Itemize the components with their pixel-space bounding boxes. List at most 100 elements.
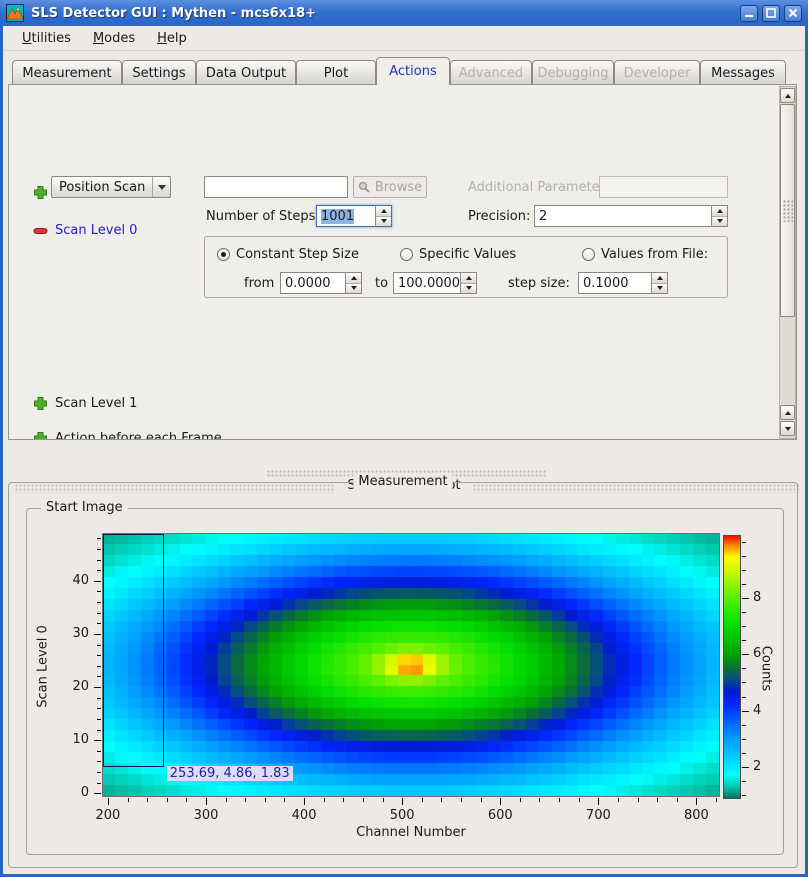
radio-constant-step-size[interactable] [217, 248, 230, 261]
from-spinner[interactable]: 0.0000 [280, 272, 362, 294]
radio-label[interactable]: Constant Step Size [236, 247, 359, 262]
vertical-scrollbar[interactable] [779, 86, 796, 439]
y-axis-title: Scan Level 0 [36, 592, 51, 742]
z-minor-tick [742, 739, 746, 740]
radio-label[interactable]: Specific Values [419, 247, 516, 262]
action-label: Action before each Frame [55, 431, 222, 441]
z-minor-tick [742, 612, 746, 613]
window-body: UtilitiesModesHelp MeasurementSettingsDa… [3, 26, 805, 874]
y-minor-tick [97, 570, 101, 571]
x-major-tick [598, 798, 599, 805]
x-minor-tick [559, 798, 560, 802]
action-before-frame-row[interactable]: Action before each Frame [33, 429, 222, 440]
scan-script-input[interactable] [204, 176, 348, 198]
radio-label[interactable]: Values from File: [601, 247, 708, 262]
tab-data-output[interactable]: Data Output [196, 60, 296, 85]
action-label: Scan Level 0 [55, 223, 137, 238]
y-minor-tick [97, 772, 101, 773]
menu-modes[interactable]: Modes [84, 28, 144, 49]
magnifier-icon [358, 181, 370, 193]
precision-spinner[interactable]: 2 [534, 205, 728, 227]
z-minor-tick [742, 753, 746, 754]
to-spinner[interactable]: 100.0000 [393, 272, 477, 294]
x-tick-label: 400 [284, 808, 324, 823]
minimize-button[interactable] [740, 5, 758, 22]
maximize-button[interactable] [762, 5, 780, 22]
spin-buttons[interactable] [711, 206, 727, 226]
tab-measurement[interactable]: Measurement [12, 60, 122, 85]
z-tick-label: 8 [753, 590, 773, 605]
tab-messages[interactable]: Messages [700, 60, 786, 85]
tab-developer: Developer [614, 60, 700, 85]
z-minor-tick [742, 795, 746, 796]
spin-buttons[interactable] [460, 273, 476, 293]
spin-buttons[interactable] [375, 206, 391, 226]
scan-level-1-row[interactable]: Scan Level 1 [33, 394, 137, 412]
x-minor-tick [441, 798, 442, 802]
actions-panel: Action at Start Scan Level 0 Position Sc… [8, 84, 797, 440]
z-minor-tick [742, 682, 746, 683]
x-tick-label: 300 [186, 808, 226, 823]
y-minor-tick [97, 645, 101, 646]
close-button[interactable] [784, 5, 802, 22]
tab-plot[interactable]: Plot [296, 60, 376, 85]
menu-help[interactable]: Help [148, 28, 196, 49]
x-tick-label: 700 [578, 808, 618, 823]
add-icon[interactable] [33, 185, 48, 200]
scrollbar-thumb[interactable] [780, 104, 795, 317]
z-major-tick [742, 598, 749, 599]
title-bar[interactable]: SLS Detector GUI : Mythen - mcs6x18+ [0, 0, 808, 26]
spin-buttons[interactable] [345, 273, 361, 293]
scan-level-0-row[interactable]: Scan Level 0 [33, 221, 137, 239]
x-minor-tick [520, 798, 521, 802]
x-major-tick [402, 798, 403, 805]
menu-bar: UtilitiesModesHelp [3, 26, 805, 51]
y-tick-label: 30 [55, 626, 89, 641]
y-major-tick [94, 687, 101, 688]
radio-values-from-file[interactable] [582, 248, 595, 261]
x-tick-label: 200 [88, 808, 128, 823]
tab-settings[interactable]: Settings [122, 60, 196, 85]
spin-buttons[interactable] [651, 273, 667, 293]
z-minor-tick [742, 626, 746, 627]
action-label: Scan Level 1 [55, 396, 137, 411]
add-icon[interactable] [33, 431, 48, 441]
step-size-spinner[interactable]: 0.1000 [578, 272, 668, 294]
add-icon[interactable] [33, 396, 48, 411]
scroll-up-button[interactable] [780, 88, 795, 103]
scroll-up-button-2[interactable] [780, 405, 795, 420]
precision-value: 2 [539, 209, 547, 224]
z-major-tick [742, 711, 749, 712]
x-minor-tick [324, 798, 325, 802]
x-minor-tick [128, 798, 129, 802]
menu-utilities[interactable]: Utilities [13, 28, 80, 49]
x-minor-tick [638, 798, 639, 802]
radio-specific-values[interactable] [400, 248, 413, 261]
x-minor-tick [284, 798, 285, 802]
heatmap-plot: Scan Level 0 010203040 253.69, 4.86, 1.8… [27, 509, 783, 854]
y-minor-tick [97, 783, 101, 784]
scan-mode-select[interactable]: Position Scan [51, 176, 171, 198]
scroll-down-button[interactable] [780, 421, 795, 436]
y-tick-label: 40 [55, 573, 89, 588]
y-major-tick [94, 581, 101, 582]
app-window: SLS Detector GUI : Mythen - mcs6x18+ Uti… [0, 0, 808, 877]
x-minor-tick [677, 798, 678, 802]
steps-label: Number of Steps: [206, 209, 312, 224]
colorbar [723, 535, 741, 799]
x-axis-title: Channel Number [103, 825, 719, 840]
steps-spinner[interactable]: 1001 [316, 205, 392, 227]
selection-rectangle[interactable] [103, 534, 164, 767]
z-minor-tick [742, 570, 746, 571]
start-image-groupbox: Start Image Scan Level 0 010203040 253.6… [26, 508, 784, 855]
scan-mode-value: Position Scan [52, 180, 152, 195]
chevron-down-icon [152, 177, 170, 197]
remove-icon[interactable] [33, 223, 48, 238]
x-minor-tick [657, 798, 658, 802]
y-minor-tick [97, 613, 101, 614]
x-tick-label: 600 [480, 808, 520, 823]
tab-actions[interactable]: Actions [376, 57, 450, 85]
x-minor-tick [147, 798, 148, 802]
heatmap-canvas[interactable] [102, 533, 720, 797]
browse-button: Browse [353, 176, 427, 198]
